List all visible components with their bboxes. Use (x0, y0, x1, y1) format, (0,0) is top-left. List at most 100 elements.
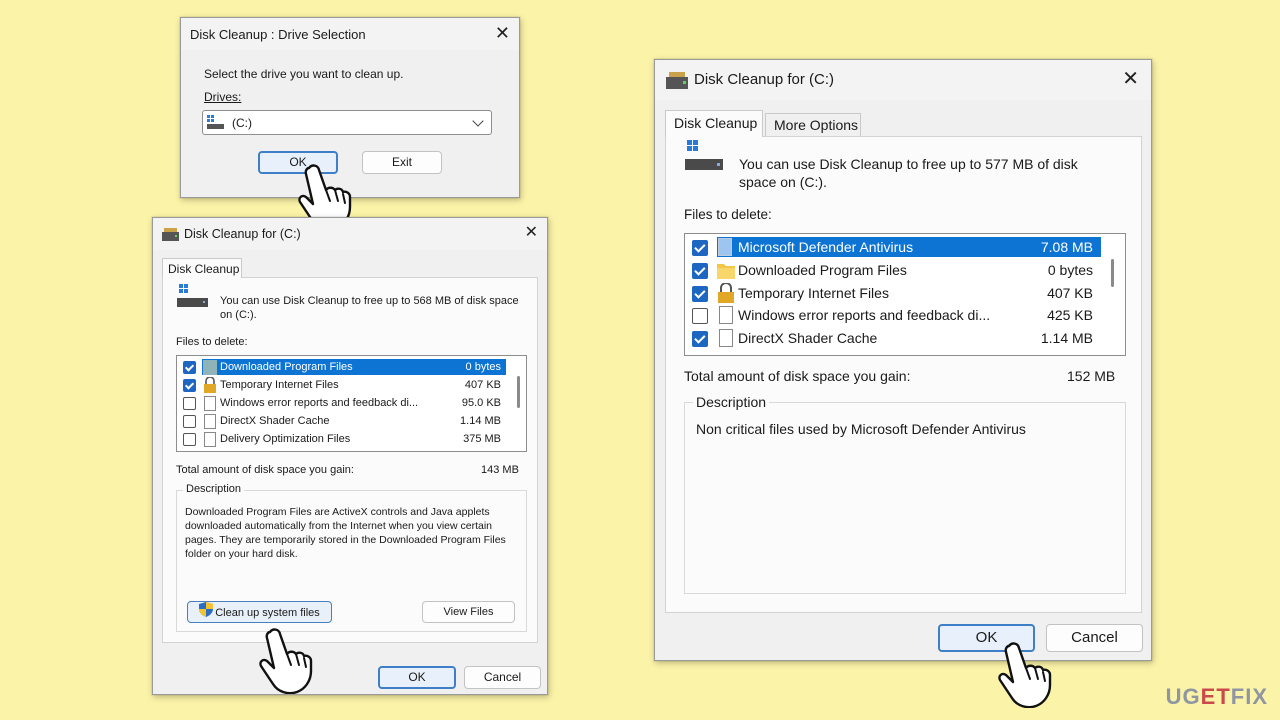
list-item[interactable]: DirectX Shader Cache 1.14 MB (177, 413, 526, 431)
file-name: Windows error reports and feedback di... (738, 307, 991, 323)
description-label: Description (693, 394, 770, 410)
tab-label: More Options (774, 117, 859, 133)
file-name: Downloaded Program Files (738, 262, 907, 278)
drive-icon (207, 115, 225, 134)
file-name: Temporary Internet Files (220, 379, 339, 391)
checkbox-unchecked[interactable] (692, 308, 708, 324)
total-label: Total amount of disk space you gain: (176, 464, 354, 476)
dialog-title: Disk Cleanup : Drive Selection (190, 27, 366, 42)
file-size: 407 KB (1047, 285, 1093, 301)
file-size: 407 KB (464, 379, 501, 391)
files-to-delete-label: Files to delete: (176, 336, 248, 348)
file-size: 0 bytes (465, 361, 501, 373)
hand-pointer-icon (256, 628, 316, 699)
list-item[interactable]: Microsoft Defender Antivirus 7.08 MB (685, 237, 1125, 259)
selected-drive: (C:) (232, 116, 252, 130)
drive-select[interactable]: (C:) (202, 110, 492, 135)
scrollbar-thumb[interactable] (1111, 259, 1114, 287)
brand-part: ET (1200, 684, 1231, 709)
description-group: Description Downloaded Program Files are… (176, 483, 527, 632)
ugetfix-watermark: UGETFIX (1166, 684, 1268, 710)
file-size: 425 KB (1047, 307, 1093, 323)
file-name: Windows error reports and feedback di... (220, 397, 419, 409)
description-text: Downloaded Program Files are ActiveX con… (185, 506, 506, 560)
file-icon (719, 329, 733, 347)
tab-disk-cleanup[interactable]: Disk Cleanup (162, 258, 242, 278)
disk-cleanup-dialog-small: Disk Cleanup for (C:) ✕ Disk Cleanup You… (152, 217, 548, 695)
dialog-title: Disk Cleanup for (C:) (694, 71, 835, 88)
files-list[interactable]: Downloaded Program Files 0 bytes Tempora… (176, 355, 527, 452)
tab-more-options[interactable]: More Options (765, 113, 861, 137)
file-size: 1.14 MB (1040, 330, 1093, 346)
title-bar: Disk Cleanup for (C:) ✕ (655, 60, 1151, 100)
disk-cleanup-icon (685, 140, 725, 177)
checkbox-checked[interactable] (183, 361, 196, 374)
description-text: Non critical files used by Microsoft Def… (696, 421, 1026, 437)
shield-icon (199, 602, 214, 624)
list-item[interactable]: Delivery Optimization Files 375 MB (177, 431, 526, 449)
file-size: 1.14 MB (460, 415, 501, 427)
cleanup-info: You can use Disk Cleanup to free up to 5… (739, 156, 1078, 190)
view-files-button[interactable]: View Files (422, 601, 515, 623)
list-item[interactable]: DirectX Shader Cache 1.14 MB (685, 328, 1125, 350)
files-list[interactable]: Microsoft Defender Antivirus 7.08 MB Dow… (684, 233, 1126, 356)
file-size: 7.08 MB (1040, 239, 1093, 255)
disk-cleanup-icon (177, 284, 209, 315)
scrollbar[interactable] (1101, 234, 1125, 355)
description-label: Description (183, 483, 245, 495)
total-value: 152 MB (1067, 368, 1116, 384)
exit-button[interactable]: Exit (362, 151, 442, 174)
dialog-title: Disk Cleanup for (C:) (184, 227, 301, 241)
close-icon[interactable]: ✕ (1122, 69, 1139, 89)
checkbox-checked[interactable] (692, 240, 708, 256)
scrollbar[interactable] (512, 356, 526, 451)
file-icon (204, 414, 216, 429)
disk-cleanup-dialog-large: Disk Cleanup for (C:) ✕ Disk Cleanup Mor… (654, 59, 1152, 661)
tab-disk-cleanup[interactable]: Disk Cleanup (665, 110, 763, 137)
list-item[interactable]: Downloaded Program Files 0 bytes (177, 359, 526, 377)
tab-label: Disk Cleanup (168, 262, 240, 276)
file-name: Temporary Internet Files (738, 285, 889, 301)
ok-button[interactable]: OK (378, 666, 456, 689)
checkbox-unchecked[interactable] (183, 397, 196, 410)
file-size: 0 bytes (1047, 262, 1093, 278)
title-bar: Disk Cleanup for (C:) ✕ (153, 218, 547, 250)
hand-pointer-icon (995, 642, 1055, 713)
description-group: Description Non critical files used by M… (684, 394, 1126, 594)
file-icon (719, 306, 733, 324)
file-name: Delivery Optimization Files (220, 433, 351, 445)
checkbox-unchecked[interactable] (183, 415, 196, 428)
list-item[interactable]: Windows error reports and feedback di...… (177, 395, 526, 413)
brand-part: FIX (1230, 684, 1268, 709)
disk-cleanup-icon (162, 228, 179, 246)
file-name: Microsoft Defender Antivirus (738, 239, 914, 255)
list-item[interactable]: Windows error reports and feedback di...… (685, 305, 1125, 327)
button-label: Clean up system files (215, 607, 320, 619)
cancel-button[interactable]: Cancel (464, 666, 541, 689)
clean-up-system-files-button[interactable]: Clean up system files (187, 601, 332, 623)
scrollbar-thumb[interactable] (517, 376, 520, 408)
checkbox-checked[interactable] (692, 286, 708, 302)
file-name: Downloaded Program Files (220, 361, 353, 373)
cleanup-info: You can use Disk Cleanup to free up to 5… (220, 295, 519, 321)
checkbox-unchecked[interactable] (183, 433, 196, 446)
tab-label: Disk Cleanup (674, 115, 758, 131)
checkbox-checked[interactable] (183, 379, 196, 392)
file-size: 95.0 KB (461, 397, 501, 409)
checkbox-checked[interactable] (692, 263, 708, 279)
file-icon (204, 432, 216, 447)
title-bar: Disk Cleanup : Drive Selection ✕ (181, 18, 519, 50)
file-icon (204, 396, 216, 411)
list-item[interactable]: Downloaded Program Files 0 bytes (685, 260, 1125, 282)
cancel-button[interactable]: Cancel (1046, 624, 1143, 652)
list-item[interactable]: Temporary Internet Files 407 KB (177, 376, 526, 395)
close-icon[interactable]: ✕ (525, 225, 538, 241)
folder-icon (717, 262, 735, 284)
close-icon[interactable]: ✕ (495, 24, 510, 42)
list-item[interactable]: Temporary Internet Files 407 KB (685, 282, 1125, 305)
file-name: DirectX Shader Cache (220, 415, 330, 427)
checkbox-checked[interactable] (692, 331, 708, 347)
brand-part: UG (1165, 684, 1201, 709)
chevron-down-icon (472, 115, 484, 127)
file-name: DirectX Shader Cache (738, 330, 878, 346)
